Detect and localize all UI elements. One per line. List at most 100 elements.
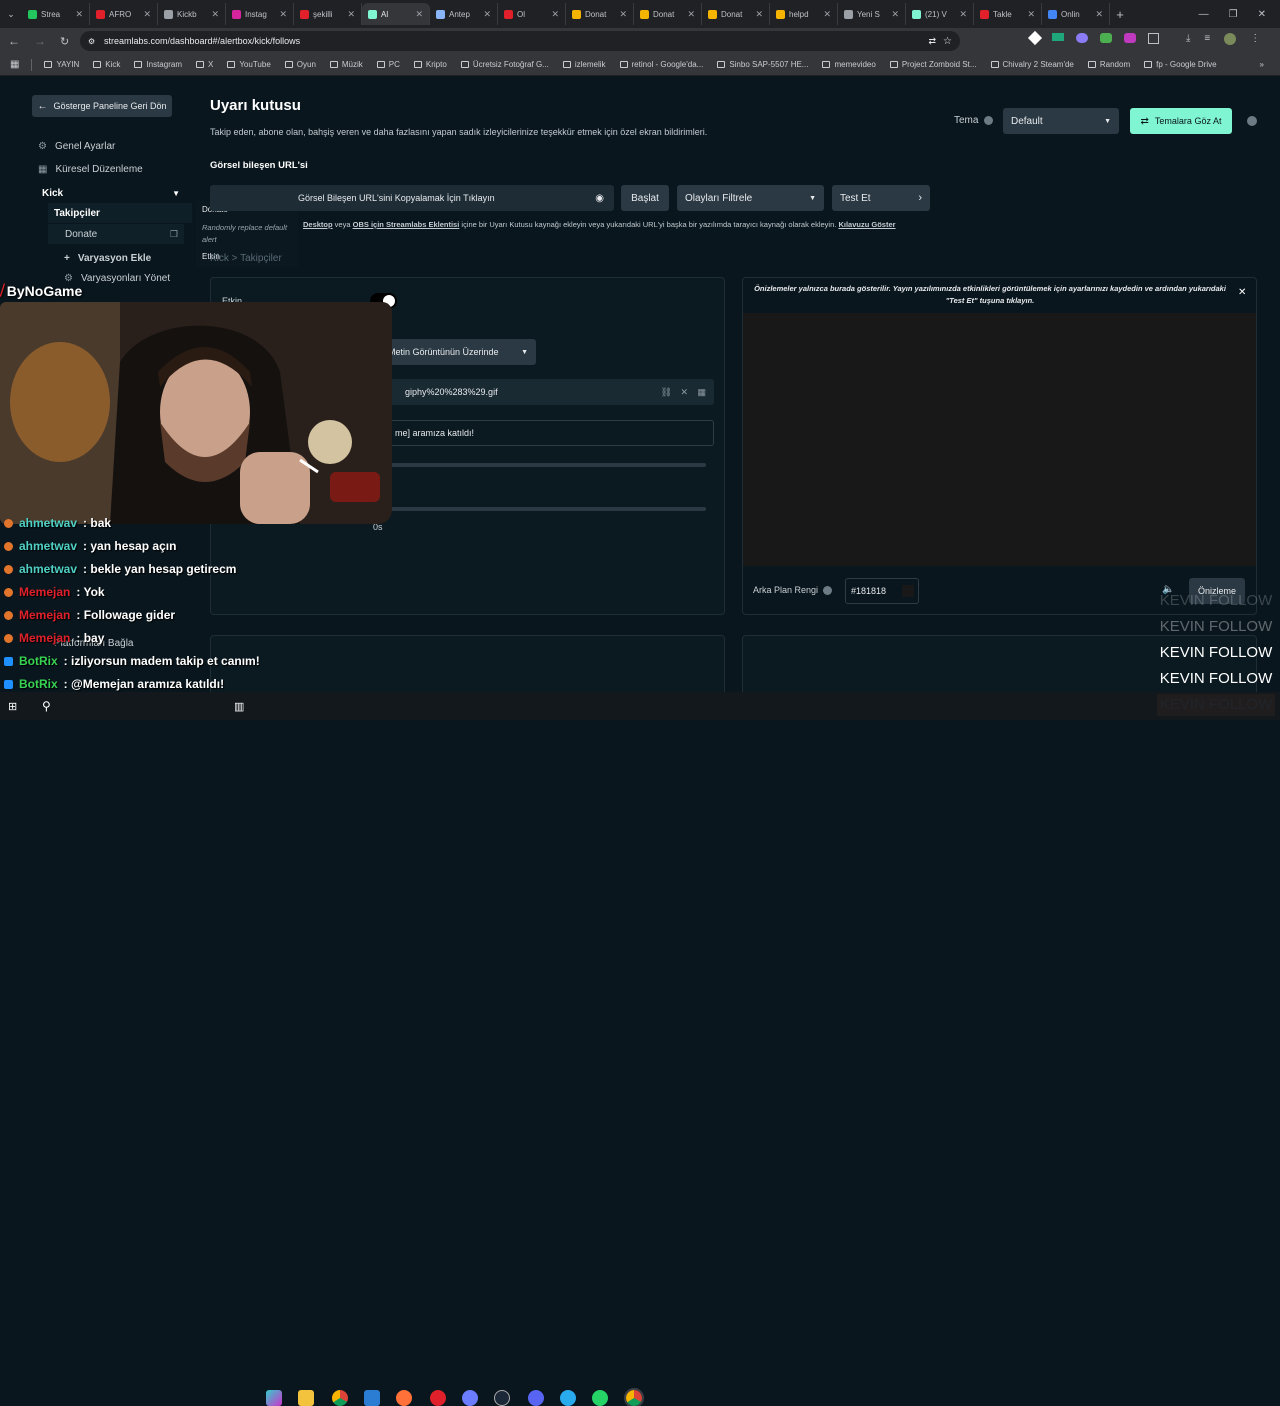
- close-tab-icon[interactable]: ✕: [687, 9, 695, 20]
- bookmark-item[interactable]: Project Zomboid St...: [889, 60, 977, 69]
- search-icon[interactable]: ⚲: [42, 699, 51, 713]
- browser-tab[interactable]: şekilli ✕: [294, 3, 362, 25]
- apps-icon[interactable]: ▦: [10, 59, 19, 70]
- browser-tab[interactable]: Kickb ✕: [158, 3, 226, 25]
- info-icon[interactable]: [823, 585, 833, 595]
- close-tab-icon[interactable]: ✕: [619, 9, 627, 20]
- close-tab-icon[interactable]: ✕: [891, 9, 899, 20]
- library-icon[interactable]: ▦: [697, 387, 706, 398]
- back-icon[interactable]: ←: [8, 34, 20, 48]
- extension-icon[interactable]: [1124, 33, 1136, 43]
- browser-tab[interactable]: Onlin ✕: [1042, 3, 1110, 25]
- browser-tab[interactable]: Ol ✕: [498, 3, 566, 25]
- bookmark-item[interactable]: memevideo: [822, 60, 876, 69]
- telegram-icon[interactable]: [560, 1390, 576, 1406]
- copilot-icon[interactable]: [266, 1390, 282, 1406]
- browser-tab[interactable]: Strea ✕: [22, 3, 90, 25]
- start-icon[interactable]: ⊞: [8, 700, 17, 713]
- close-tab-icon[interactable]: ✕: [1095, 9, 1103, 20]
- puzzle-icon[interactable]: [1148, 33, 1159, 44]
- copy-icon[interactable]: ❐: [170, 229, 178, 240]
- opera-icon[interactable]: [430, 1390, 446, 1406]
- help-icon[interactable]: [1247, 116, 1257, 126]
- close-tab-icon[interactable]: ✕: [279, 9, 287, 20]
- remove-icon[interactable]: ✕: [680, 387, 688, 398]
- download-icon[interactable]: ⤓: [1186, 33, 1190, 45]
- start-button[interactable]: Başlat: [621, 185, 669, 211]
- site-info-icon[interactable]: ⚙: [88, 37, 95, 46]
- browser-tab[interactable]: AFRO ✕: [90, 3, 158, 25]
- reload-icon[interactable]: ↻: [60, 35, 69, 48]
- close-tab-icon[interactable]: ✕: [823, 9, 831, 20]
- bookmark-item[interactable]: retinol - Google'da...: [619, 60, 703, 69]
- bookmark-item[interactable]: Random: [1087, 60, 1130, 69]
- bookmark-item[interactable]: PC: [376, 60, 400, 69]
- plugin-link[interactable]: OBS için Streamlabs Eklentisi: [353, 220, 460, 229]
- eye-icon[interactable]: ◉: [595, 193, 604, 204]
- desktop-link[interactable]: Desktop: [303, 220, 333, 229]
- info-icon[interactable]: [984, 116, 994, 125]
- browser-tab[interactable]: Instag ✕: [226, 3, 294, 25]
- close-tab-icon[interactable]: ✕: [1027, 9, 1035, 20]
- color-swatch[interactable]: [902, 585, 914, 597]
- tab-search-button[interactable]: ⌄: [0, 3, 22, 25]
- browser-tab[interactable]: Donat ✕: [702, 3, 770, 25]
- volume-slider[interactable]: [380, 463, 706, 467]
- filter-events-select[interactable]: Olayları Filtrele ▼: [677, 185, 824, 211]
- taskview-icon[interactable]: ▥: [234, 700, 244, 713]
- close-tab-icon[interactable]: ✕: [959, 9, 967, 20]
- browser-tab[interactable]: Takle ✕: [974, 3, 1042, 25]
- menu-icon[interactable]: ⋮: [1250, 33, 1260, 45]
- bookmark-item[interactable]: Instagram: [134, 60, 182, 69]
- bookmark-item[interactable]: YAYIN: [44, 60, 79, 69]
- link-icon[interactable]: ⛓: [661, 387, 672, 398]
- extension-icon[interactable]: [1052, 33, 1064, 41]
- close-notice-icon[interactable]: ✕: [1238, 287, 1246, 298]
- browser-tab[interactable]: Al ✕: [362, 3, 430, 25]
- new-tab-button[interactable]: +: [1110, 7, 1130, 22]
- bookmark-item[interactable]: Kripto: [413, 60, 447, 69]
- add-variation-button[interactable]: + Varyasyon Ekle: [64, 253, 151, 264]
- bookmark-item[interactable]: Oyun: [284, 60, 316, 69]
- close-tab-icon[interactable]: ✕: [551, 9, 559, 20]
- browser-tab[interactable]: Yeni S ✕: [838, 3, 906, 25]
- bookmark-item[interactable]: Müzik: [329, 60, 363, 69]
- sidebar-item-global-edit[interactable]: ▦ Küresel Düzenleme: [38, 164, 143, 175]
- close-tab-icon[interactable]: ✕: [347, 9, 355, 20]
- message-template-input[interactable]: me] aramıza katıldı!: [380, 420, 714, 446]
- test-button[interactable]: Test Et ›: [832, 185, 930, 211]
- bookmark-item[interactable]: Sinbo SAP-5507 HE...: [717, 60, 808, 69]
- bookmark-star-icon[interactable]: ☆: [943, 36, 952, 47]
- app-icon[interactable]: [462, 1390, 478, 1406]
- browser-tab[interactable]: Antep ✕: [430, 3, 498, 25]
- bg-color-input[interactable]: #181818: [845, 578, 919, 604]
- bookmark-item[interactable]: Chivalry 2 Steam'de: [990, 60, 1074, 69]
- layout-select[interactable]: Metin Görüntünün Üzerinde ▼: [380, 339, 536, 365]
- close-tab-icon[interactable]: ✕: [211, 9, 219, 20]
- bookmark-item[interactable]: X: [195, 60, 213, 69]
- browse-themes-button[interactable]: ⇄ Temalara Göz At: [1130, 108, 1232, 134]
- media-file-row[interactable]: giphy%20%283%29.gif ⛓ ✕ ▦: [380, 379, 714, 405]
- sidebar-item-donate[interactable]: Donate ❐: [48, 224, 184, 244]
- whatsapp-icon[interactable]: [592, 1390, 608, 1406]
- bookmark-item[interactable]: YouTube: [227, 60, 271, 69]
- close-tab-icon[interactable]: ✕: [755, 9, 763, 20]
- steam-icon[interactable]: [494, 1390, 510, 1406]
- browser-tab[interactable]: Donat ✕: [634, 3, 702, 25]
- chrome-icon[interactable]: [332, 1390, 348, 1406]
- queue-icon[interactable]: ≡: [1204, 33, 1210, 45]
- translate-icon[interactable]: ⇄: [928, 36, 936, 47]
- back-to-dashboard-button[interactable]: ← Gösterge Paneline Geri Dön: [32, 95, 172, 117]
- widget-url-field[interactable]: Görsel Bileşen URL'sini Kopyalamak İçin …: [210, 185, 614, 211]
- chrome-active-icon[interactable]: [624, 1388, 644, 1406]
- url-bar[interactable]: ⚙ streamlabs.com/dashboard#/alertbox/kic…: [80, 31, 960, 51]
- theme-select[interactable]: Default ▼: [1003, 108, 1119, 134]
- profile-avatar[interactable]: [1224, 33, 1237, 45]
- maximize-icon[interactable]: ❐: [1229, 9, 1238, 20]
- bookmark-item[interactable]: Ücretsiz Fotoğraf G...: [460, 60, 549, 69]
- discord-icon[interactable]: [528, 1390, 544, 1406]
- bookmark-item[interactable]: Kick: [93, 60, 120, 69]
- browser-tab[interactable]: helpd ✕: [770, 3, 838, 25]
- mail-icon[interactable]: [364, 1390, 380, 1406]
- firefox-icon[interactable]: [396, 1390, 412, 1406]
